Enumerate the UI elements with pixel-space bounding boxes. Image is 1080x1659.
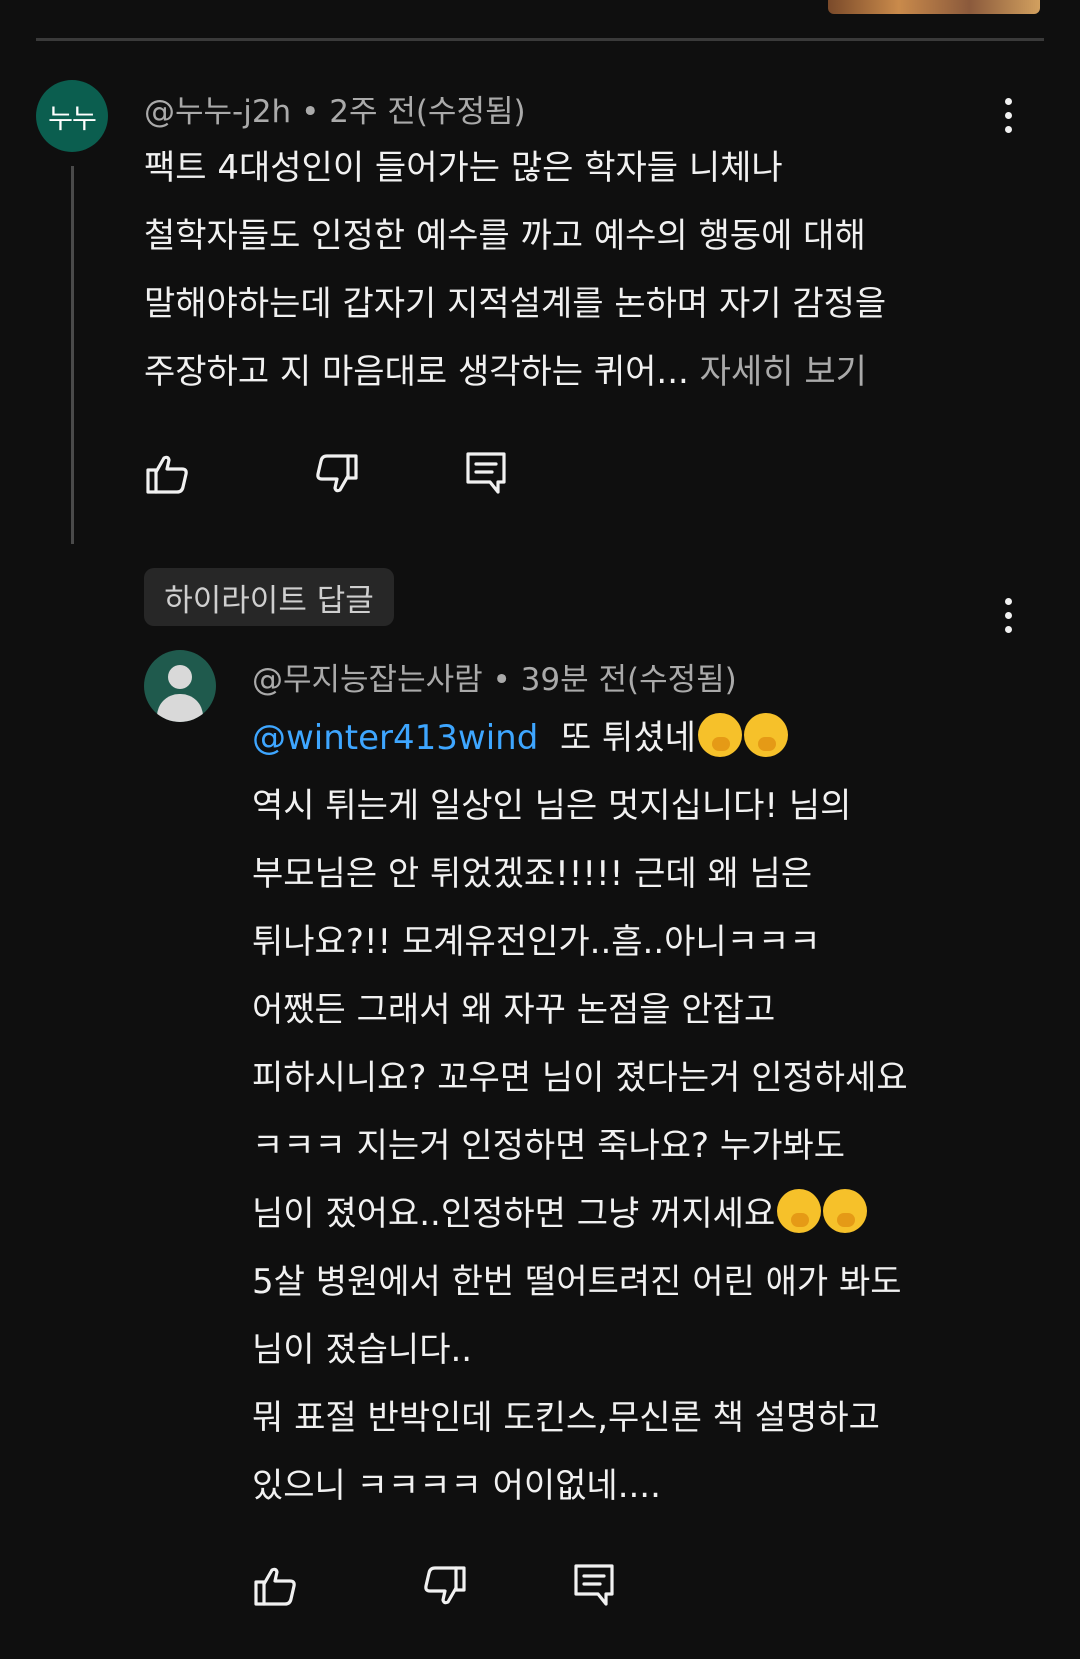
reply-line: 있으니 ㅋㅋㅋㅋ 어이없네.... (252, 1466, 661, 1506)
reply-line: 5살 병원에서 한번 떨어트려진 어린 애가 봐도 (252, 1262, 902, 1302)
meta-separator: • (301, 94, 330, 130)
thumbs-down-icon (316, 454, 358, 493)
reply-meta: @무지능잡는사람 • 39분 전(수정됨) (252, 654, 737, 699)
dislike-button[interactable] (420, 1562, 468, 1610)
reply-body: @winter413wind 또 튀셨네 역시 튀는게 일상인 님은 멋지십니다… (252, 704, 908, 1520)
video-thumbnail-edge[interactable] (828, 0, 1040, 14)
meta-separator: • (492, 662, 521, 698)
reply-line: ㅋㅋㅋ 지는거 인정하면 죽나요? 누가봐도 (252, 1126, 846, 1166)
reply-first-line: @winter413wind 또 튀셨네 (252, 704, 908, 772)
reply-button[interactable] (570, 1560, 618, 1608)
thumbs-up-icon (254, 1567, 296, 1606)
reply-line: 님이 졌습니다.. (252, 1330, 473, 1370)
comment-time: 2주 전(수정됨) (329, 94, 526, 130)
hand-over-mouth-emoji (743, 713, 788, 757)
comment-reply-icon (574, 1564, 614, 1606)
comment-line-last: 주장하고 지 마음대로 생각하는 퀴어... 자세히 보기 (144, 338, 886, 406)
read-more-link[interactable]: 자세히 보기 (700, 352, 867, 392)
comment-line: 말해야하는데 갑자기 지적설계를 논하며 자기 감정을 (144, 284, 887, 324)
comment-body: 팩트 4대성인이 들어가는 많은 학자들 니체나 철학자들도 인정한 예수를 까… (144, 134, 886, 406)
reply-time: 39분 전(수정됨) (520, 662, 737, 698)
default-person-icon (168, 665, 192, 689)
comment-line: 주장하고 지 마음대로 생각하는 퀴어... (144, 352, 689, 392)
avatar-initials: 누누 (48, 103, 97, 135)
hand-over-mouth-emoji (697, 713, 742, 757)
reply-line: 뭐 표절 반박인데 도킨스,무신론 책 설명하고 (252, 1398, 880, 1438)
dislike-button[interactable] (312, 450, 360, 498)
reply-line: 역시 튀는게 일상인 님은 멋지십니다! 님의 (252, 786, 852, 826)
reply-line-with-emoji: 님이 졌어요..인정하면 그냥 꺼지세요 (252, 1180, 908, 1248)
reply-line: 어쨌든 그래서 왜 자꾸 논점을 안잡고 (252, 990, 776, 1030)
reply-line: 님이 졌어요..인정하면 그냥 꺼지세요 (252, 1194, 776, 1234)
reply-line: 부모님은 안 튀었겠죠!!!!! 근데 왜 님은 (252, 854, 813, 894)
like-button[interactable] (252, 1562, 300, 1610)
reply-avatar[interactable] (144, 650, 216, 722)
comment-meta: @누누-j2h • 2주 전(수정됨) (144, 86, 526, 131)
thumbs-down-icon (424, 1566, 466, 1605)
default-person-body (157, 694, 203, 722)
thumbs-up-icon (146, 455, 188, 494)
comment-author[interactable]: @누누-j2h (144, 94, 291, 130)
reply-author[interactable]: @무지능잡는사람 (252, 662, 483, 698)
mention-link[interactable]: @winter413wind (252, 718, 538, 758)
hand-over-mouth-emoji (823, 1189, 868, 1233)
comment-reply-icon (466, 452, 506, 494)
reply-line: 튀나요?!! 모계유전인가..흠..아니ㅋㅋㅋ (252, 922, 821, 962)
hand-over-mouth-emoji (777, 1189, 822, 1233)
more-vertical-icon[interactable] (1003, 98, 1013, 138)
comment-line: 팩트 4대성인이 들어가는 많은 학자들 니체나 (144, 148, 783, 188)
highlighted-reply-chip: 하이라이트 답글 (144, 568, 394, 626)
thread-line (71, 166, 74, 544)
reply-line: 피하시니요? 꼬우면 님이 졌다는거 인정하세요 (252, 1058, 908, 1098)
like-button[interactable] (144, 450, 192, 498)
commenter-avatar[interactable]: 누누 (36, 80, 108, 152)
more-vertical-icon[interactable] (1003, 598, 1013, 638)
reply-button[interactable] (462, 448, 510, 496)
comment-line: 철학자들도 인정한 예수를 까고 예수의 행동에 대해 (144, 216, 866, 256)
reply-line: 또 튀셨네 (559, 718, 696, 758)
section-divider (36, 38, 1044, 41)
